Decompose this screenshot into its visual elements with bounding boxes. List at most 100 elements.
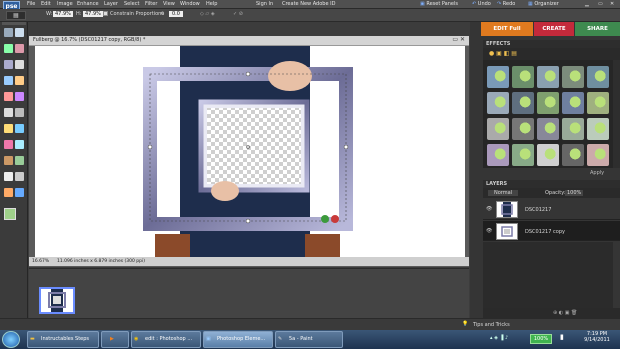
tab-edit-full[interactable]: EDIT Full — [481, 22, 533, 36]
opacity-input[interactable]: 100% — [565, 190, 584, 196]
sign-in-link[interactable]: Sign In — [256, 1, 273, 7]
effect-thumbnail[interactable] — [487, 92, 509, 114]
taskbar-item-instructables[interactable]: ▬ Instructables Steps — [27, 331, 99, 348]
menu-window[interactable]: Window — [180, 1, 200, 7]
move-tool-icon[interactable] — [4, 28, 13, 37]
smart-brush-tool-icon[interactable] — [15, 188, 24, 197]
effect-thumbnail[interactable] — [512, 92, 534, 114]
effect-thumbnail[interactable] — [587, 92, 609, 114]
effects-panel-header[interactable]: EFFECTS — [483, 40, 620, 48]
angle-input[interactable]: 0.0 — [169, 11, 183, 17]
project-bin-thumbnail[interactable] — [39, 287, 75, 314]
reference-point-grid[interactable]: ▦ — [6, 11, 26, 20]
effect-thumbnail[interactable] — [562, 66, 584, 88]
magic-wand-tool-icon[interactable] — [4, 76, 13, 85]
text-tool-icon[interactable] — [4, 92, 13, 101]
layer-row-selected[interactable]: 👁 DSC01217 copy — [483, 221, 620, 241]
visibility-eye-icon[interactable]: 👁 — [486, 206, 492, 212]
document-close-icon[interactable]: ▭ ✕ — [452, 36, 465, 43]
menu-image[interactable]: Image — [57, 1, 73, 7]
effects-filters-icon[interactable]: ● ▣ ◧ ▤ — [489, 50, 517, 57]
image-canvas[interactable] — [35, 46, 465, 257]
tab-share[interactable]: SHARE — [575, 22, 620, 36]
menu-help[interactable]: Help — [206, 1, 217, 7]
blend-mode-select[interactable]: Normal — [488, 190, 519, 196]
taskbar-item-chrome[interactable]: ◉ edit : Photoshop ... — [131, 331, 201, 348]
effect-thumbnail[interactable] — [587, 66, 609, 88]
effects-apply-button[interactable]: Apply — [590, 170, 604, 176]
close-button[interactable]: ✕ — [610, 1, 614, 7]
network-icon[interactable]: ▮ — [560, 333, 572, 345]
effect-thumbnail[interactable] — [537, 144, 559, 166]
menu-filter[interactable]: Filter — [145, 1, 157, 7]
width-input[interactable]: 47.9% — [53, 11, 73, 17]
menu-view[interactable]: View — [163, 1, 175, 7]
eraser-tool-icon[interactable] — [15, 124, 24, 133]
foreground-color-swatch[interactable] — [4, 208, 16, 220]
taskbar-item-photoshop[interactable]: ▣ Photoshop Eleme... — [203, 331, 273, 348]
blur-tool-icon[interactable] — [15, 172, 24, 181]
paint-bucket-tool-icon[interactable] — [4, 156, 13, 165]
quick-selection-tool-icon[interactable] — [15, 76, 24, 85]
marquee-tool-icon[interactable] — [4, 60, 13, 69]
effect-thumbnail[interactable] — [512, 66, 534, 88]
effects-scrollbar[interactable] — [613, 60, 620, 168]
effect-thumbnail[interactable] — [562, 144, 584, 166]
taskbar-item-paint[interactable]: ✎ 5a - Paint — [275, 331, 343, 348]
effect-thumbnail[interactable] — [487, 144, 509, 166]
visibility-eye-icon[interactable]: 👁 — [486, 228, 492, 234]
layers-panel-header[interactable]: LAYERS — [483, 180, 620, 188]
height-input[interactable]: 47.9% — [83, 11, 103, 17]
menu-select[interactable]: Select — [124, 1, 139, 7]
clock[interactable]: 7:19 PM 9/14/2011 — [578, 331, 616, 343]
create-id-link[interactable]: Create New Adobe ID — [282, 1, 335, 7]
maximize-button[interactable]: ▭ — [598, 1, 603, 7]
tips-link[interactable]: Tips and Tricks — [473, 322, 510, 328]
undo-button[interactable]: ↶ Undo — [472, 1, 491, 7]
effect-thumbnail[interactable] — [487, 118, 509, 140]
effect-thumbnail[interactable] — [587, 144, 609, 166]
effect-thumbnail[interactable] — [562, 92, 584, 114]
skew-icon[interactable]: ◇ ▱ ◈ — [200, 11, 215, 17]
effect-thumbnail[interactable] — [512, 144, 534, 166]
menu-edit[interactable]: Edit — [41, 1, 51, 7]
effect-thumbnail[interactable] — [562, 118, 584, 140]
pencil-tool-icon[interactable] — [15, 140, 24, 149]
red-eye-tool-icon[interactable] — [4, 108, 13, 117]
healing-brush-tool-icon[interactable] — [15, 108, 24, 117]
effect-thumbnail[interactable] — [537, 118, 559, 140]
redo-button[interactable]: ↷ Redo — [497, 1, 515, 7]
document-tab[interactable]: Fullberg @ 16.7% (DSC01217 copy, RGB/8) … — [29, 36, 469, 46]
taskbar-item-media[interactable]: ▶ — [101, 331, 129, 348]
zoom-level[interactable]: 16.67% — [32, 259, 49, 264]
gradient-tool-icon[interactable] — [15, 156, 24, 165]
commit-icon[interactable]: ✓ ⊘ — [233, 11, 243, 17]
effect-thumbnail[interactable] — [487, 66, 509, 88]
menu-enhance[interactable]: Enhance — [77, 1, 99, 7]
menu-file[interactable]: File — [27, 1, 35, 7]
sponge-tool-icon[interactable] — [4, 188, 13, 197]
effect-thumbnail[interactable] — [537, 92, 559, 114]
minimize-button[interactable]: ▁ — [585, 1, 589, 7]
lasso-tool-icon[interactable] — [15, 60, 24, 69]
clone-stamp-tool-icon[interactable] — [4, 124, 13, 133]
tray-icons[interactable]: ▴ ◈ ▐ ♪ — [490, 335, 524, 345]
effect-thumbnail[interactable] — [512, 118, 534, 140]
effect-thumbnail[interactable] — [587, 118, 609, 140]
layer-row[interactable]: 👁 DSC01217 — [483, 198, 620, 220]
shape-tool-icon[interactable] — [4, 172, 13, 181]
constrain-proportions-checkbox[interactable]: Constrain Proportions — [103, 11, 164, 17]
tab-create[interactable]: CREATE — [534, 22, 574, 36]
battery-indicator[interactable]: 100% — [530, 334, 552, 344]
brush-tool-icon[interactable] — [4, 140, 13, 149]
eyedropper-tool-icon[interactable] — [15, 44, 24, 53]
crop-tool-icon[interactable] — [15, 92, 24, 101]
menu-layer[interactable]: Layer — [104, 1, 118, 7]
reset-panels-button[interactable]: ▣ Reset Panels — [420, 1, 458, 7]
hand-tool-icon[interactable] — [4, 44, 13, 53]
zoom-tool-icon[interactable] — [15, 28, 24, 37]
effect-thumbnail[interactable] — [537, 66, 559, 88]
organizer-button[interactable]: ▦ Organizer — [528, 1, 559, 7]
layers-footer-icons[interactable]: ⊕ ◐ ▣ 🗑 — [553, 310, 577, 316]
start-button[interactable] — [2, 331, 20, 348]
